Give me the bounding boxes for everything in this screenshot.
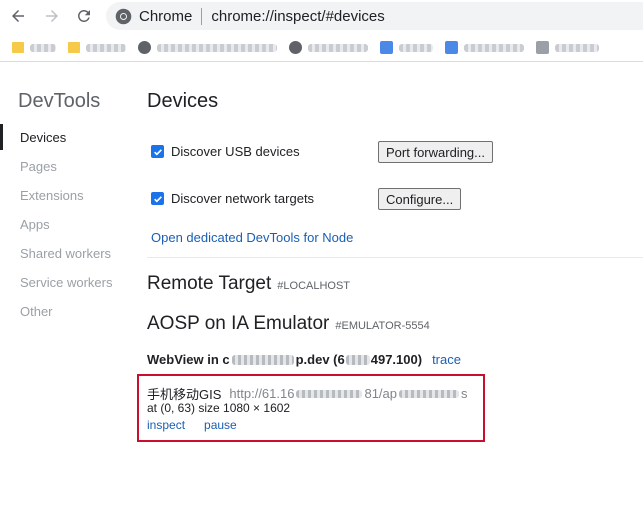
globe-icon bbox=[138, 41, 151, 54]
webview-package: p.dev (6 bbox=[295, 352, 345, 367]
bookmark-favicon-icon bbox=[445, 41, 458, 54]
folder-icon bbox=[12, 42, 24, 53]
device-heading: AOSP on IA Emulator #EMULATOR-5554 bbox=[147, 313, 430, 335]
obscured-text bbox=[231, 354, 294, 365]
bookmark-item[interactable] bbox=[138, 38, 277, 58]
discover-usb-label: Discover USB devices bbox=[171, 144, 300, 159]
bookmark-item[interactable] bbox=[68, 38, 126, 58]
bookmark-item[interactable] bbox=[12, 38, 56, 58]
section-divider bbox=[147, 257, 643, 258]
sidebar-item-other[interactable]: Other bbox=[20, 304, 53, 319]
webview-version: 497.100) bbox=[370, 352, 423, 367]
site-name: Chrome bbox=[139, 7, 193, 25]
target-actions: inspect pause bbox=[147, 418, 256, 432]
reload-button[interactable] bbox=[72, 4, 96, 28]
discover-network-option[interactable]: Discover network targets bbox=[151, 191, 314, 206]
discover-network-label: Discover network targets bbox=[171, 191, 315, 206]
remote-target-title: Remote Target bbox=[147, 273, 272, 294]
back-arrow-icon bbox=[12, 10, 24, 22]
sidebar-title: DevTools bbox=[18, 90, 101, 112]
remote-target-heading: Remote Target #LOCALHOST bbox=[147, 273, 350, 295]
open-node-devtools-link[interactable]: Open dedicated DevTools for Node bbox=[151, 230, 353, 245]
bookmarks-bar bbox=[0, 34, 643, 62]
webview-prefix: WebView in c bbox=[147, 352, 230, 367]
sidebar-item-extensions[interactable]: Extensions bbox=[20, 188, 84, 203]
devices-panel: Devices Discover USB devices Port forwar… bbox=[147, 62, 643, 532]
remote-target-subtitle: #LOCALHOST bbox=[277, 280, 351, 292]
browser-toolbar: Chrome chrome://inspect/#devices bbox=[0, 0, 643, 32]
pause-link[interactable]: pause bbox=[204, 418, 237, 432]
reload-icon bbox=[77, 9, 90, 22]
omnibox-separator bbox=[201, 7, 203, 25]
sidebar-item-service-workers[interactable]: Service workers bbox=[20, 275, 112, 290]
bookmark-item[interactable] bbox=[536, 38, 599, 58]
sidebar-item-apps[interactable]: Apps bbox=[20, 217, 50, 232]
target-url-mid: 81/ap bbox=[364, 386, 398, 401]
page-title: Devices bbox=[147, 90, 219, 112]
checkmark-icon bbox=[153, 195, 162, 203]
obscured-text bbox=[345, 354, 370, 365]
port-forwarding-button[interactable]: Port forwarding... bbox=[378, 141, 493, 163]
discover-network-checkbox[interactable] bbox=[151, 192, 164, 205]
discover-usb-option[interactable]: Discover USB devices bbox=[151, 144, 300, 159]
configure-button[interactable]: Configure... bbox=[378, 188, 462, 210]
sidebar-item-pages[interactable]: Pages bbox=[20, 159, 57, 174]
sidebar-item-devices[interactable]: Devices bbox=[20, 130, 66, 145]
bookmark-item[interactable] bbox=[380, 38, 433, 58]
target-url-end: s bbox=[461, 386, 468, 401]
target-url-start: http://61.16 bbox=[229, 386, 295, 401]
target-geometry: at (0, 63) size 1080 × 1602 bbox=[147, 401, 291, 415]
chrome-logo-icon bbox=[115, 8, 132, 24]
webview-heading: WebView in c p.dev (6 497.100) trace bbox=[147, 352, 461, 367]
bookmark-favicon-icon bbox=[380, 41, 393, 54]
forward-arrow-icon bbox=[46, 10, 58, 22]
trace-link[interactable]: trace bbox=[432, 352, 461, 367]
inspect-link[interactable]: inspect bbox=[147, 418, 185, 432]
address-bar[interactable]: Chrome chrome://inspect/#devices bbox=[106, 2, 643, 30]
obscured-text bbox=[296, 389, 363, 398]
discover-usb-checkbox[interactable] bbox=[151, 145, 164, 158]
bookmark-item[interactable] bbox=[445, 38, 524, 58]
globe-icon bbox=[289, 41, 302, 54]
url-text[interactable]: chrome://inspect/#devices bbox=[211, 8, 384, 25]
folder-icon bbox=[68, 42, 80, 53]
active-indicator bbox=[0, 124, 3, 150]
devtools-sidebar: DevTools Devices Pages Extensions Apps S… bbox=[0, 62, 130, 532]
bookmark-favicon-icon bbox=[536, 41, 549, 54]
forward-button[interactable] bbox=[40, 4, 64, 28]
checkmark-icon bbox=[153, 148, 162, 156]
sidebar-item-shared-workers[interactable]: Shared workers bbox=[20, 246, 111, 261]
obscured-text bbox=[399, 389, 460, 398]
device-serial: #EMULATOR-5554 bbox=[335, 320, 430, 332]
bookmark-item[interactable] bbox=[289, 38, 368, 58]
device-title: AOSP on IA Emulator bbox=[147, 313, 330, 334]
back-button[interactable] bbox=[6, 4, 30, 28]
